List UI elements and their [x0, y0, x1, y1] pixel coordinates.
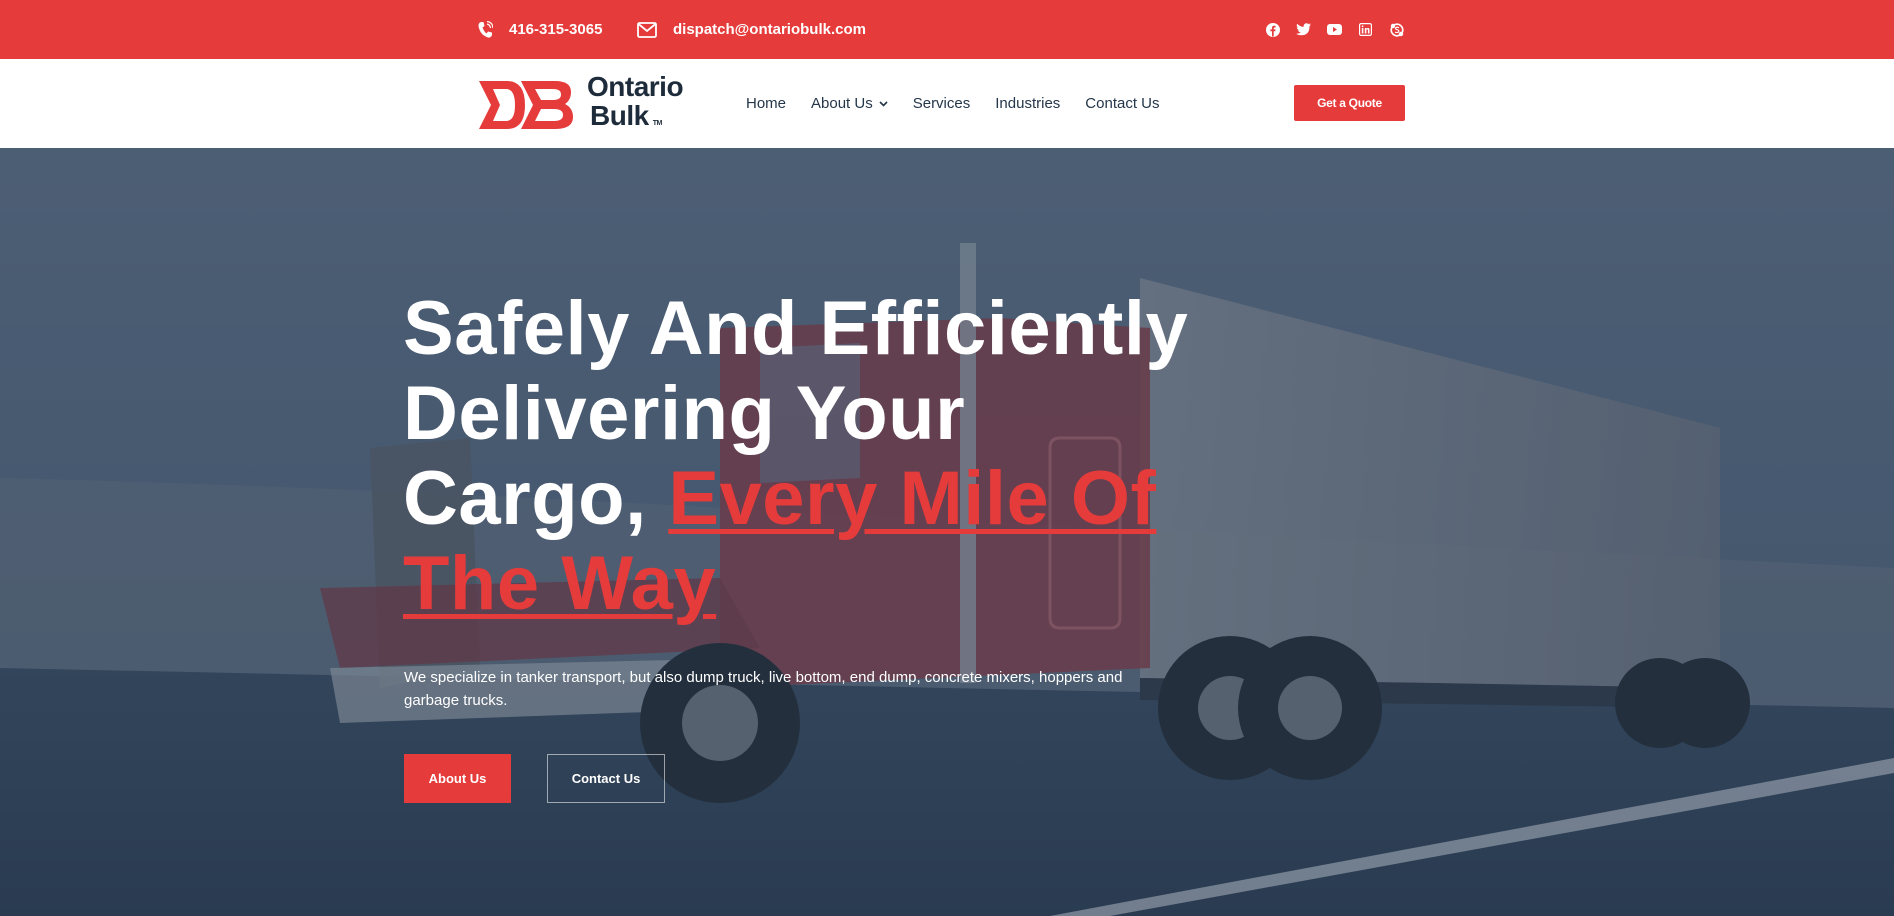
ontario-bulk-logo[interactable]: Ontario Bulk TM	[477, 72, 707, 134]
hero-headline-line-2: Delivering Your	[403, 371, 966, 456]
nav-home[interactable]: Home	[746, 95, 786, 112]
skype-icon[interactable]	[1389, 22, 1404, 37]
phone-contact[interactable]: 416-315-3065	[477, 0, 602, 59]
nav-contact-us[interactable]: Contact Us	[1085, 95, 1159, 112]
nav-about-us[interactable]: About Us	[811, 95, 888, 112]
social-links	[1249, 0, 1404, 59]
hero-headline-line-1: Safely And Efficiently	[403, 286, 1189, 371]
hero-headline: Safely And Efficiently Delivering Your C…	[403, 286, 1223, 626]
chevron-down-icon	[879, 100, 888, 107]
phone-icon	[478, 20, 493, 38]
main-header: Ontario Bulk TM Home About Us Services In…	[0, 59, 1894, 148]
phone-number: 416-315-3065	[509, 21, 603, 38]
hero-subtitle: We specialize in tanker transport, but a…	[404, 669, 1123, 709]
about-us-button[interactable]: About Us	[404, 754, 511, 803]
logo-line-1: Ontario	[587, 71, 684, 102]
twitter-icon[interactable]	[1296, 22, 1311, 37]
youtube-icon[interactable]	[1327, 22, 1342, 37]
envelope-icon	[637, 21, 657, 38]
email-contact[interactable]: dispatch@ontariobulk.com	[637, 0, 866, 59]
top-contact-bar: 416-315-3065 dispatch@ontariobulk.com	[0, 0, 1894, 59]
email-address: dispatch@ontariobulk.com	[673, 21, 866, 38]
hero-section: Safely And Efficiently Delivering Your C…	[0, 148, 1894, 916]
facebook-icon[interactable]	[1265, 22, 1280, 37]
hero-headline-line-3: Cargo,	[403, 456, 669, 541]
trademark-mark: TM	[652, 120, 663, 127]
logo-line-2: Bulk	[590, 100, 649, 131]
linkedin-icon[interactable]	[1358, 22, 1373, 37]
logo-wordmark: Ontario Bulk TM	[587, 71, 684, 138]
nav-services[interactable]: Services	[913, 95, 971, 112]
main-navigation: Home About Us Services Industries Contac…	[746, 59, 1185, 148]
get-a-quote-button[interactable]: Get a Quote	[1294, 85, 1405, 121]
contact-us-button[interactable]: Contact Us	[547, 754, 665, 803]
ob-logo-mark	[479, 81, 573, 129]
nav-about-us-label: About Us	[811, 95, 873, 112]
nav-industries[interactable]: Industries	[995, 95, 1060, 112]
